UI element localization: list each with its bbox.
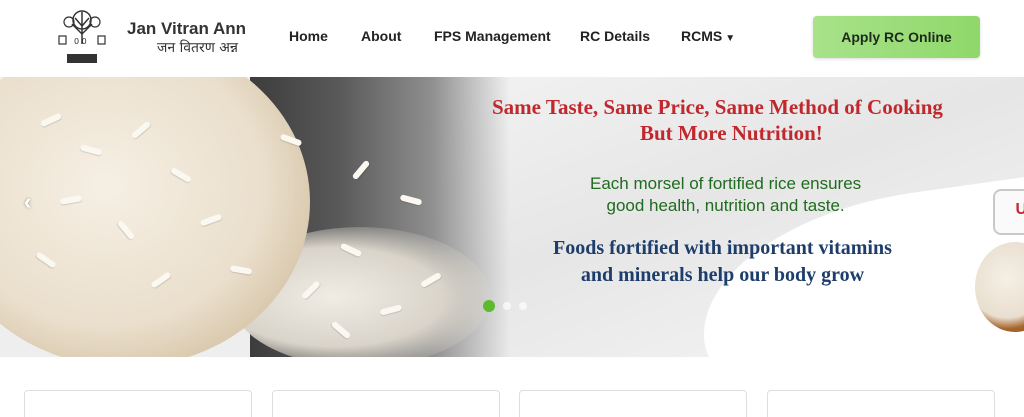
carousel-dot[interactable]: [519, 302, 527, 310]
carousel-dot-active[interactable]: [483, 300, 495, 312]
banner-headline: Same Taste, Same Price, Same Method of C…: [492, 95, 943, 119]
fortified-badge-text: U: [1015, 201, 1024, 218]
banner-headline-2: But More Nutrition!: [640, 121, 823, 145]
banner-green-line-1: Each morsel of fortified rice ensures: [590, 174, 862, 193]
nav-rc-details[interactable]: RC Details: [580, 28, 650, 44]
fortified-badge-icon: U: [993, 189, 1024, 235]
chevron-down-icon: ▼: [725, 33, 736, 44]
hero-carousel: Same Taste, Same Price, Same Method of C…: [0, 77, 1024, 357]
feature-card[interactable]: [272, 390, 500, 417]
brand-name[interactable]: Jan Vitran Ann: [127, 19, 246, 39]
banner-green-text: Each morsel of fortified rice ensures go…: [590, 173, 861, 217]
nav-home[interactable]: Home: [289, 28, 328, 44]
banner-blue-text: Foods fortified with important vitamins …: [553, 235, 892, 289]
site-logo-icon[interactable]: 0 0: [55, 8, 109, 66]
nav-rcms[interactable]: RCMS ▼: [681, 28, 735, 44]
banner-blue-line-1: Foods fortified with important vitamins: [553, 237, 892, 259]
brand-name-hindi[interactable]: जन वितरण अन्न: [157, 38, 238, 57]
site-header: 0 0 Jan Vitran Ann जन वितरण अन्न Home Ab…: [0, 0, 1024, 77]
apply-rc-online-button[interactable]: Apply RC Online: [813, 16, 980, 58]
nav-rcms-label: RCMS: [681, 28, 723, 44]
feature-card[interactable]: [24, 390, 252, 417]
carousel-dot[interactable]: [503, 302, 511, 310]
feature-card[interactable]: [767, 390, 995, 417]
feature-card[interactable]: [519, 390, 747, 417]
svg-text:0 0: 0 0: [74, 37, 87, 46]
banner-green-line-2: good health, nutrition and taste.: [606, 196, 845, 215]
carousel-prev-arrow-icon[interactable]: ‹: [24, 189, 31, 215]
nav-about[interactable]: About: [361, 28, 401, 44]
banner-blue-line-2: and minerals help our body grow: [580, 264, 865, 286]
nav-fps-management[interactable]: FPS Management: [434, 28, 551, 44]
